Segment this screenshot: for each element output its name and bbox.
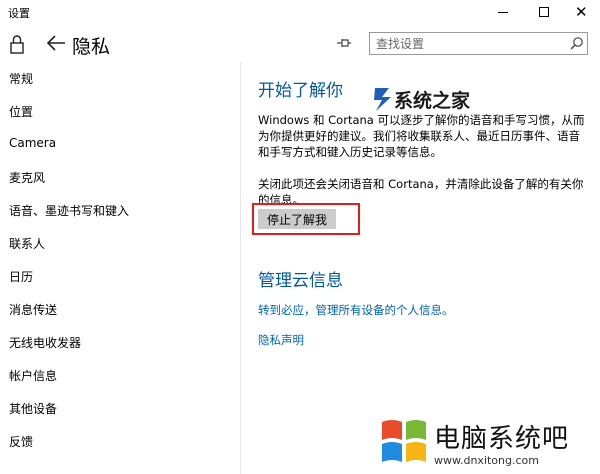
title-bar: 设置 ✕ xyxy=(0,0,600,26)
sidebar-item-speech-inking-typing[interactable]: 语音、墨迹书写和键入 xyxy=(9,202,129,219)
search-box[interactable] xyxy=(369,32,588,55)
minimize-button[interactable] xyxy=(484,0,524,26)
sidebar-item-feedback[interactable]: 反馈 xyxy=(9,433,33,450)
watermark-url: www.dnxitong.com xyxy=(434,454,539,467)
sidebar: 常规 位置 Camera 麦克风 语音、墨迹书写和键入 联系人 日历 消息传送 … xyxy=(0,62,240,474)
sidebar-item-location[interactable]: 位置 xyxy=(9,103,33,120)
sidebar-item-microphone[interactable]: 麦克风 xyxy=(9,169,45,186)
window-title: 设置 xyxy=(8,7,30,20)
sidebar-item-messaging[interactable]: 消息传送 xyxy=(9,301,57,318)
bing-manage-link[interactable]: 转到必应，管理所有设备的个人信息。 xyxy=(258,302,454,318)
highlight-box: 停止了解我 xyxy=(252,203,360,235)
sidebar-item-radios[interactable]: 无线电收发器 xyxy=(9,334,81,351)
watermark-top: 系统之家 xyxy=(372,84,502,118)
search-input[interactable] xyxy=(370,33,572,54)
sidebar-item-camera[interactable]: Camera xyxy=(9,136,56,150)
sidebar-item-contacts[interactable]: 联系人 xyxy=(9,235,45,252)
minimize-icon xyxy=(498,12,508,13)
watermark-bottom-text: 电脑系统吧 xyxy=(434,424,570,454)
pin-icon[interactable] xyxy=(336,36,352,50)
sidebar-item-account-info[interactable]: 帐户信息 xyxy=(9,367,57,384)
windows-logo-icon xyxy=(382,420,426,462)
maximize-icon xyxy=(539,7,549,17)
section-title-manage-cloud-info: 管理云信息 xyxy=(258,271,343,291)
close-button[interactable]: ✕ xyxy=(560,0,600,26)
watermark-bottom: 电脑系统吧 www.dnxitong.com xyxy=(378,412,600,474)
sidebar-item-general[interactable]: 常规 xyxy=(9,70,33,87)
page-title: 隐私 xyxy=(72,36,111,58)
search-icon[interactable] xyxy=(569,36,584,51)
close-icon: ✕ xyxy=(575,3,588,21)
stop-getting-to-know-me-button[interactable]: 停止了解我 xyxy=(258,209,336,229)
back-arrow-icon[interactable] xyxy=(44,31,68,55)
privacy-statement-link[interactable]: 隐私声明 xyxy=(258,332,304,348)
header: 隐私 xyxy=(0,26,600,62)
section-description: Windows 和 Cortana 可以逐步了解你的语音和手写习惯，从而为你提供… xyxy=(258,113,585,159)
sidebar-item-calendar[interactable]: 日历 xyxy=(9,268,33,285)
lock-icon xyxy=(10,35,24,54)
section-title-getting-to-know-you: 开始了解你 xyxy=(258,81,343,101)
sidebar-item-other-devices[interactable]: 其他设备 xyxy=(9,400,57,417)
watermark-logo-icon xyxy=(374,88,391,111)
watermark-top-text: 系统之家 xyxy=(394,90,471,112)
maximize-button[interactable] xyxy=(524,0,564,26)
